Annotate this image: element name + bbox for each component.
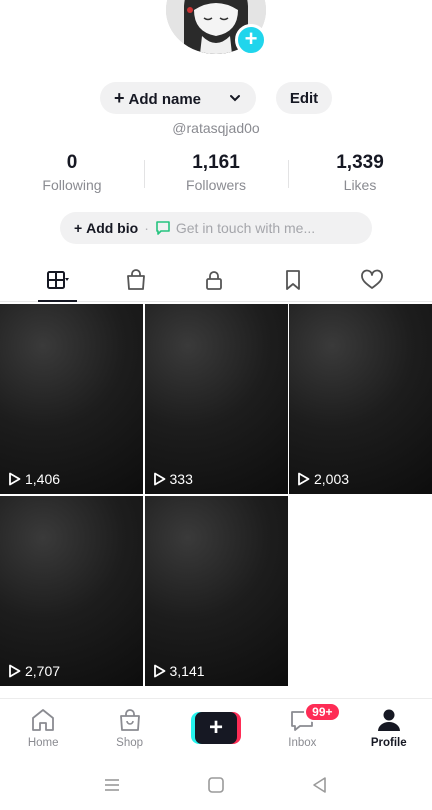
play-icon bbox=[298, 472, 310, 486]
view-count-value: 3,141 bbox=[169, 662, 205, 679]
nav-shop[interactable]: Shop bbox=[86, 699, 172, 756]
shop-bag-icon bbox=[119, 709, 140, 731]
stat-value: 1,339 bbox=[336, 152, 384, 173]
nav-shop-label: Shop bbox=[116, 737, 144, 749]
profile-tabs bbox=[0, 258, 432, 302]
play-icon bbox=[153, 472, 165, 486]
view-count-value: 1,406 bbox=[25, 471, 61, 487]
view-count-value: 2,707 bbox=[25, 662, 61, 679]
stat-label: Likes bbox=[343, 177, 377, 193]
create-button[interactable]: + bbox=[190, 711, 241, 744]
add-name-button[interactable]: + Add name bbox=[100, 82, 256, 114]
name-actions-row: + Add name Edit bbox=[0, 82, 432, 114]
nav-inbox[interactable]: 99+ Inbox bbox=[259, 699, 345, 756]
view-count-value: 333 bbox=[169, 471, 193, 487]
home-icon bbox=[32, 709, 55, 731]
stat-value: 0 bbox=[66, 152, 78, 173]
username: @ratasqjad0o bbox=[172, 120, 260, 136]
tab-shop[interactable] bbox=[97, 258, 176, 301]
chevron-down-icon bbox=[230, 95, 240, 102]
video-tile[interactable]: 2,707 bbox=[0, 495, 143, 686]
view-count: 1,406 bbox=[8, 471, 60, 487]
stat-value: 1,161 bbox=[192, 152, 240, 173]
stat-following[interactable]: 0 Following bbox=[0, 152, 144, 193]
plus-icon: + bbox=[114, 87, 125, 108]
add-name-label: Add name bbox=[128, 90, 202, 108]
profile-icon bbox=[377, 709, 400, 731]
shop-bag-icon bbox=[126, 268, 145, 290]
bio-hint: Get in touch with me... bbox=[175, 220, 316, 236]
tab-videos[interactable] bbox=[18, 258, 97, 302]
back-icon[interactable] bbox=[310, 775, 330, 795]
add-bio-label: Add bio bbox=[86, 220, 139, 236]
add-bio-button[interactable]: + Add bio · Get in touch with me... bbox=[60, 212, 372, 244]
inbox-badge: 99+ bbox=[304, 702, 341, 722]
create-plus: + bbox=[194, 711, 237, 744]
play-icon bbox=[9, 472, 21, 486]
stat-label: Followers bbox=[186, 177, 246, 193]
separator-dot: · bbox=[144, 220, 149, 236]
tab-saved[interactable] bbox=[254, 258, 333, 301]
lock-icon bbox=[206, 270, 223, 290]
nav-home-label: Home bbox=[27, 737, 59, 749]
tab-private[interactable] bbox=[175, 258, 254, 301]
stat-label: Following bbox=[42, 177, 102, 193]
tab-liked[interactable] bbox=[332, 258, 411, 301]
play-icon bbox=[9, 664, 21, 677]
stat-followers[interactable]: 1,161 Followers bbox=[144, 152, 288, 193]
video-tile[interactable]: 1,406 bbox=[0, 304, 143, 494]
plus-icon: + bbox=[74, 220, 87, 236]
heart-icon bbox=[360, 269, 383, 289]
edit-profile-button[interactable]: Edit bbox=[276, 82, 332, 114]
menu-icon[interactable] bbox=[102, 775, 122, 795]
message-icon bbox=[156, 221, 170, 235]
video-tile[interactable]: 3,141 bbox=[144, 495, 288, 686]
view-count: 333 bbox=[153, 471, 193, 487]
nav-home[interactable]: Home bbox=[0, 699, 86, 756]
view-count-value: 2,003 bbox=[314, 471, 350, 487]
stat-likes[interactable]: 1,339 Likes bbox=[288, 152, 432, 193]
add-name-label-wrap: + Add name bbox=[114, 88, 201, 109]
view-count: 2,003 bbox=[297, 471, 349, 487]
profile-avatar-container: + bbox=[166, 0, 267, 56]
add-avatar-button[interactable]: + bbox=[235, 24, 267, 56]
nav-inbox-label: Inbox bbox=[288, 737, 317, 749]
nav-profile-label: Profile bbox=[370, 737, 407, 749]
grid-icon bbox=[47, 270, 70, 289]
bookmark-icon bbox=[286, 269, 300, 290]
view-count: 2,707 bbox=[8, 663, 60, 679]
video-tile[interactable]: 333 bbox=[144, 304, 288, 494]
video-tile[interactable]: 2,003 bbox=[289, 304, 432, 494]
nav-create[interactable]: + bbox=[173, 699, 259, 756]
bottom-navigation: Home Shop + 99+ Inbox Profile bbox=[0, 698, 432, 756]
home-square-icon[interactable] bbox=[206, 775, 226, 795]
system-navigation-bar bbox=[0, 760, 432, 810]
view-count: 3,141 bbox=[153, 663, 205, 679]
play-icon bbox=[153, 664, 165, 677]
video-grid: 1,406 333 2,003 2,707 3,141 bbox=[0, 304, 432, 686]
profile-stats: 0 Following 1,161 Followers 1,339 Likes bbox=[0, 152, 432, 193]
nav-profile[interactable]: Profile bbox=[346, 699, 432, 756]
